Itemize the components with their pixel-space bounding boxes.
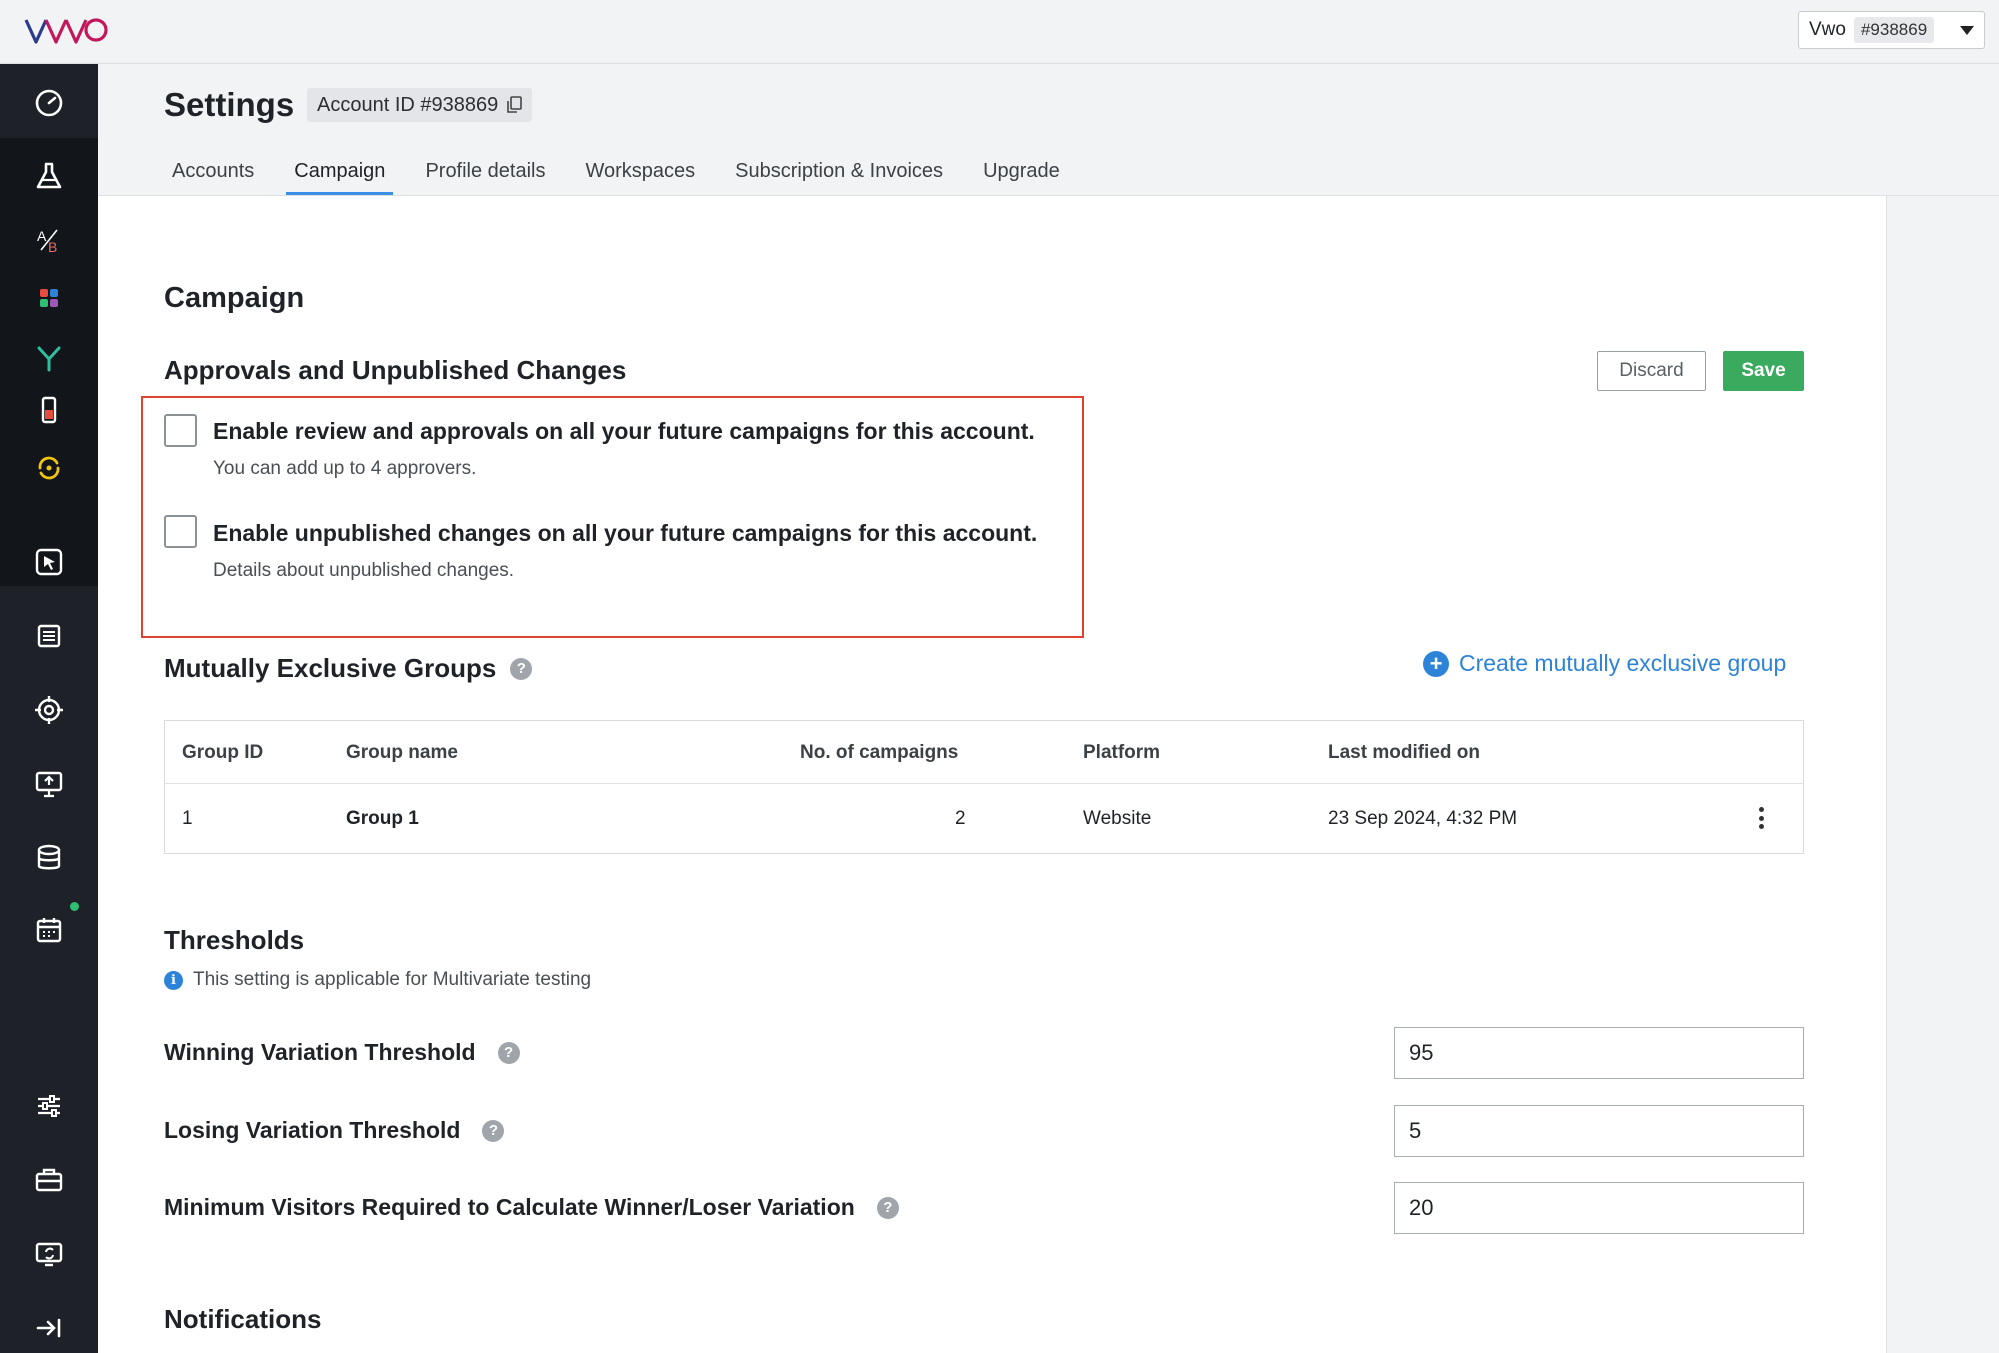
column-header-platform: Platform bbox=[1083, 742, 1161, 763]
tab-campaign[interactable]: Campaign bbox=[286, 152, 394, 196]
losing-threshold-label: Losing Variation Threshold ? bbox=[164, 1117, 505, 1144]
column-header-group-name: Group name bbox=[346, 742, 458, 763]
account-switcher-id: #938869 bbox=[1853, 17, 1935, 43]
svg-text:A: A bbox=[37, 228, 47, 244]
dashboard-gauge-icon[interactable] bbox=[29, 82, 69, 122]
column-header-last-modified: Last modified on bbox=[1328, 742, 1480, 763]
right-gutter bbox=[1886, 196, 1999, 1353]
campaign-heading: Campaign bbox=[164, 282, 305, 314]
cell-group-name: Group 1 bbox=[346, 808, 419, 829]
toolbox-icon[interactable] bbox=[29, 1160, 69, 1200]
notification-dot bbox=[70, 902, 79, 911]
groups-heading-text: Mutually Exclusive Groups bbox=[164, 653, 497, 683]
mobile-icon[interactable] bbox=[29, 390, 69, 430]
create-group-label: Create mutually exclusive group bbox=[1459, 650, 1787, 676]
tab-accounts[interactable]: Accounts bbox=[164, 152, 262, 196]
page-title: Settings bbox=[164, 86, 295, 123]
groups-table: Group ID Group name No. of campaigns Pla… bbox=[164, 720, 1804, 854]
column-header-campaigns: No. of campaigns bbox=[800, 742, 959, 763]
account-switcher[interactable]: Vwo #938869 bbox=[1798, 11, 1985, 49]
unpublished-changes-option-description: Details about unpublished changes. bbox=[213, 560, 515, 581]
list-icon[interactable] bbox=[29, 616, 69, 656]
column-header-group-id: Group ID bbox=[182, 742, 264, 763]
help-icon[interactable]: ? bbox=[510, 657, 533, 680]
settings-tabs: Accounts Campaign Profile details Worksp… bbox=[164, 152, 1092, 196]
winning-threshold-label: Winning Variation Threshold ? bbox=[164, 1039, 520, 1066]
notifications-heading: Notifications bbox=[164, 1304, 322, 1334]
tab-workspaces[interactable]: Workspaces bbox=[578, 152, 704, 196]
tab-upgrade[interactable]: Upgrade bbox=[975, 152, 1068, 196]
plus-circle-icon: + bbox=[1423, 650, 1449, 677]
tab-subscription-invoices[interactable]: Subscription & Invoices bbox=[727, 152, 951, 196]
approvals-option-description: You can add up to 4 approvers. bbox=[213, 458, 477, 479]
unpublished-changes-checkbox[interactable] bbox=[164, 515, 197, 548]
sliders-icon[interactable] bbox=[29, 1086, 69, 1126]
copy-icon[interactable] bbox=[506, 96, 523, 114]
discard-button[interactable]: Discard bbox=[1597, 351, 1706, 391]
losing-threshold-text: Losing Variation Threshold bbox=[164, 1117, 461, 1143]
cell-group-id: 1 bbox=[182, 808, 193, 829]
apps-grid-icon[interactable] bbox=[29, 278, 69, 318]
funnel-branch-icon[interactable] bbox=[29, 338, 69, 378]
collapse-arrow-icon[interactable] bbox=[29, 1308, 69, 1348]
help-icon[interactable]: ? bbox=[497, 1041, 520, 1064]
approvals-option-label[interactable]: Enable review and approvals on all your … bbox=[213, 418, 1035, 445]
minimum-visitors-input[interactable] bbox=[1394, 1182, 1804, 1234]
cursor-click-icon[interactable] bbox=[29, 542, 69, 582]
winning-threshold-input[interactable] bbox=[1394, 1027, 1804, 1079]
help-icon[interactable]: ? bbox=[482, 1119, 505, 1142]
create-group-link[interactable]: + Create mutually exclusive group bbox=[1423, 650, 1786, 677]
row-menu-icon[interactable] bbox=[1759, 807, 1765, 829]
tab-profile-details[interactable]: Profile details bbox=[417, 152, 553, 196]
target-icon[interactable] bbox=[29, 690, 69, 730]
minimum-visitors-text: Minimum Visitors Required to Calculate W… bbox=[164, 1194, 855, 1220]
approvals-checkbox[interactable] bbox=[164, 414, 197, 447]
database-icon[interactable] bbox=[29, 838, 69, 878]
account-id-badge[interactable]: Account ID #938869 bbox=[307, 88, 533, 122]
cell-last-modified: 23 Sep 2024, 4:32 PM bbox=[1328, 808, 1518, 829]
sidebar: AB bbox=[0, 64, 98, 1353]
top-bar: Vwo #938869 bbox=[0, 0, 1999, 64]
save-button[interactable]: Save bbox=[1723, 351, 1804, 391]
vwo-logo[interactable] bbox=[24, 12, 110, 52]
refresh-sync-icon[interactable] bbox=[29, 448, 69, 488]
presentation-icon[interactable] bbox=[29, 764, 69, 804]
svg-text:B: B bbox=[48, 239, 57, 255]
thresholds-info-text: This setting is applicable for Multivari… bbox=[193, 969, 592, 990]
unpublished-changes-option-label[interactable]: Enable unpublished changes on all your f… bbox=[213, 520, 1037, 547]
cell-platform: Website bbox=[1083, 808, 1152, 829]
account-id-text: Account ID #938869 bbox=[317, 93, 499, 116]
screen-sync-icon[interactable] bbox=[29, 1234, 69, 1274]
thresholds-info: i This setting is applicable for Multiva… bbox=[164, 969, 591, 991]
groups-heading: Mutually Exclusive Groups ? bbox=[164, 653, 533, 684]
account-switcher-name: Vwo bbox=[1809, 19, 1846, 40]
losing-threshold-input[interactable] bbox=[1394, 1105, 1804, 1157]
winning-threshold-text: Winning Variation Threshold bbox=[164, 1039, 476, 1065]
ab-test-icon[interactable]: AB bbox=[29, 220, 69, 260]
table-header: Group ID Group name No. of campaigns Pla… bbox=[165, 721, 1803, 784]
minimum-visitors-label: Minimum Visitors Required to Calculate W… bbox=[164, 1194, 899, 1221]
cell-campaigns-count: 2 bbox=[955, 808, 966, 829]
approvals-heading: Approvals and Unpublished Changes bbox=[164, 355, 627, 385]
chevron-down-icon bbox=[1960, 25, 1974, 35]
info-icon: i bbox=[164, 970, 183, 990]
help-icon[interactable]: ? bbox=[876, 1196, 899, 1219]
thresholds-heading: Thresholds bbox=[164, 925, 305, 955]
calendar-icon[interactable] bbox=[29, 910, 69, 950]
flask-icon[interactable] bbox=[29, 156, 69, 196]
